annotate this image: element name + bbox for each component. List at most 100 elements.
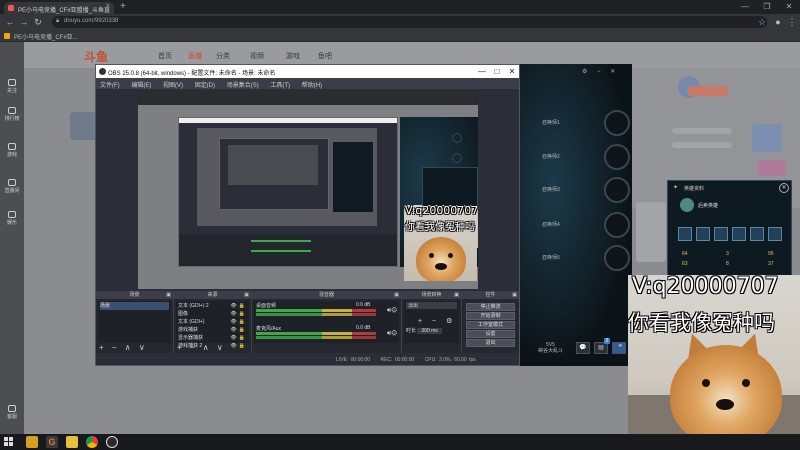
sidebar-item-follow[interactable]: 关注 [0,76,24,98]
browser-tab[interactable]: PE小马电竞播_CF#亚盟播_斗鱼直 × [4,2,114,14]
source-item[interactable]: 显示器捕获 👁🔒 [178,334,247,342]
volume-slider[interactable] [256,336,376,339]
back-icon[interactable]: ← [4,16,16,28]
preview-obs-titlebar [179,118,397,123]
profile-icon[interactable]: ● [772,16,784,28]
menu-icon[interactable]: ⋮ [786,16,798,28]
dog-image [670,345,782,445]
dog-eye [429,253,434,258]
game-window-controls[interactable]: ⚙ − ✕ [582,68,619,75]
source-item[interactable]: 游戏捕获 👁🔒 [178,326,247,334]
float-icon: ▣ [244,292,249,298]
preview-obs-window [178,117,398,267]
mic-button[interactable]: 🎤 [612,342,626,354]
sources-dock-toolbar[interactable]: + − ∧ ∨ [177,343,226,352]
item-slot-icon [732,227,746,241]
summoner-slot[interactable]: 召唤师3 [530,175,630,205]
menu-edit[interactable]: 编辑(E) [131,83,151,89]
nav-category[interactable]: 分类 [216,51,230,61]
meme-caption-text: 你看我像冤种吗 [405,222,475,233]
windows-start-icon[interactable] [4,437,14,447]
obs-icon[interactable] [106,436,118,448]
exit-button[interactable]: 退出 [466,339,515,347]
url-text: douyu.com/9920338 [64,18,119,24]
close-icon[interactable]: ✕ [779,183,789,193]
star-icon[interactable]: ☆ [756,16,768,28]
sidebar-item-service[interactable]: 客服 [0,402,24,424]
tv-icon [8,179,16,186]
file-explorer-icon[interactable] [66,436,78,448]
obs-maximize-button[interactable]: □ [490,65,504,78]
mixer-channel: 麦克风/Aux 0.0 dB 🔊︎⚙︎ [256,325,397,342]
app-icon[interactable] [26,436,38,448]
chat-button[interactable]: 💬 [576,342,590,354]
nav-live[interactable]: 直播 [188,51,202,61]
new-tab-button[interactable]: + [120,1,126,12]
summoner-slot[interactable]: 召唤师2 [530,142,630,172]
summoner-slot[interactable]: 召唤师5 [530,243,630,273]
menu-dock[interactable]: 固定(D) [195,83,215,89]
summoner-avatar [604,177,630,203]
menu-scene-collection[interactable]: 场景集合(S) [227,83,259,89]
summoner-slot[interactable]: 召唤师1 [530,108,630,138]
menu-help[interactable]: 帮助(H) [302,83,322,89]
sidebar-item-rank[interactable]: 排行榜 [0,104,24,126]
menu-file[interactable]: 文件(F) [100,83,120,89]
gamepad-icon [8,143,16,150]
mixer-dock: 混音器 ▣ 桌面音频 0.0 dB 🔊︎⚙︎ 麦克风/Aux 0.0 dB 🔊︎⚙… [252,291,402,353]
maximize-button[interactable]: ❐ [756,0,778,14]
scene-item[interactable]: 场景 [100,302,169,310]
nav-fishbar[interactable]: 鱼吧 [318,51,332,61]
source-item[interactable]: 文本 (GDI+) 2 👁🔒 [178,302,247,310]
source-item[interactable]: 文本 (GDI+) 👁🔒 [178,318,247,326]
summoner-avatar [604,245,630,271]
item-slot-icon [714,227,728,241]
nav-video[interactable]: 视频 [250,51,264,61]
nav-games[interactable]: 游戏 [286,51,300,61]
summoner-slot[interactable]: 召唤师4 [530,210,630,240]
obs-menubar: 文件(F) 编辑(E) 视图(V) 固定(D) 场景集合(S) 工具(T) 帮助… [96,78,519,89]
stop-streaming-button[interactable]: 停止推流 [466,303,515,311]
minimize-button[interactable]: — [734,0,756,14]
item-slot-icon [750,227,764,241]
hero-portrait [680,198,694,212]
favicon-icon [8,5,14,11]
volume-slider[interactable] [256,313,376,316]
bookmark-item[interactable]: PE小马电竞播_CF#亚... [14,35,78,41]
controls-dock-title: 控件 ▣ [462,291,519,299]
settings-button[interactable]: 设置 [466,330,515,338]
speaker-icon[interactable]: 🔊︎⚙︎ [387,330,397,338]
scenes-list: 场景 [98,301,171,343]
mixer-body: 桌面音频 0.0 dB 🔊︎⚙︎ 麦克风/Aux 0.0 dB 🔊︎⚙︎ [254,301,399,343]
transition-select[interactable]: 淡出 [406,302,457,309]
chrome-icon[interactable] [86,436,98,448]
sidebar-item-rooms[interactable]: 直播间 [0,176,24,198]
menu-tools[interactable]: 工具(T) [270,83,290,89]
address-bar[interactable]: 🔒︎ douyu.com/9920338 [52,16,767,28]
sidebar-item-games[interactable]: 游戏 [0,140,24,162]
obs-docks: 场景 ▣ 场景 + − ∧ ∨ 来源 ▣ 文本 (GDI+) 2 👁🔒 图像 👁🔒 文本… [96,291,519,353]
preview-meme-overlay: V:q20000707 你看我像冤种吗 [404,205,477,281]
menu-view[interactable]: 视图(V) [163,83,183,89]
speaker-icon[interactable]: 🔊︎⚙︎ [387,307,397,315]
game-app-icon[interactable]: G [46,436,58,448]
meme-wechat-text: V:q20000707 [405,205,477,217]
preview-summoner-circle [452,133,462,143]
close-icon[interactable]: × [106,3,110,10]
obs-close-button[interactable]: ✕ [505,65,519,78]
reload-icon[interactable]: ↻ [32,16,44,28]
duration-input[interactable]: 300 ms [417,328,442,334]
douyu-logo[interactable]: 斗鱼 [84,48,108,65]
transition-toolbar[interactable]: + − ⚙ [406,317,457,325]
forward-icon[interactable]: → [18,16,30,28]
start-recording-button[interactable]: 开始录制 [466,312,515,320]
rank-icon [8,107,16,114]
sidebar-item-fun[interactable]: 娱乐 [0,208,24,230]
close-window-button[interactable]: ✕ [778,0,800,14]
scenes-dock-toolbar[interactable]: + − ∧ ∨ [99,343,148,352]
source-item[interactable]: 图像 👁🔒 [178,310,247,318]
browser-tab-bar: PE小马电竞播_CF#亚盟播_斗鱼直 × + — ❐ ✕ [0,0,800,14]
nav-home[interactable]: 首页 [158,51,172,61]
obs-minimize-button[interactable]: — [475,65,489,78]
studio-mode-button[interactable]: 工作室模式 [466,321,515,329]
